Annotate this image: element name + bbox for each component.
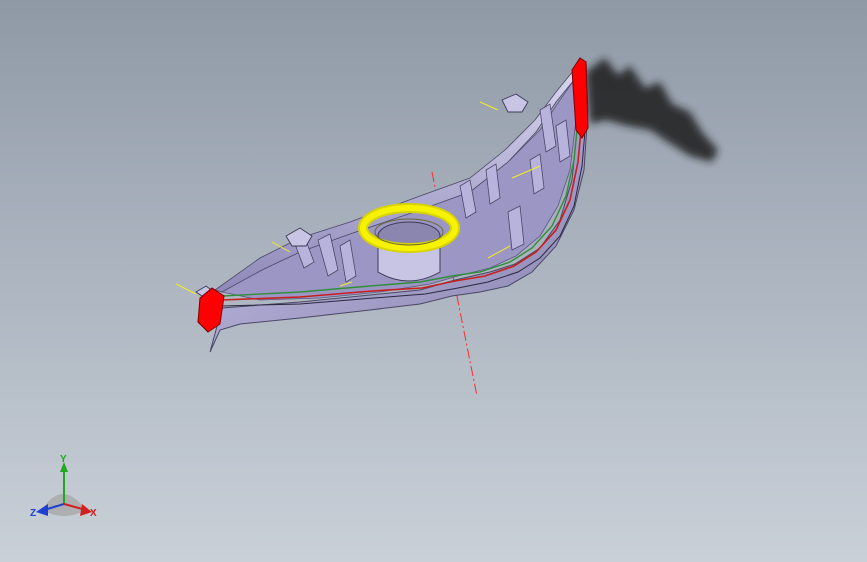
triad-y-label: Y — [60, 454, 67, 465]
coordinate-triad: Y X Z — [30, 454, 97, 519]
triad-z-label: Z — [30, 508, 36, 519]
triad-x-label: X — [90, 508, 97, 519]
part-shadow — [586, 58, 718, 162]
graphics-viewport[interactable]: Y X Z — [0, 0, 867, 562]
model-scene[interactable]: Y X Z — [0, 0, 867, 562]
z-arrow-head — [36, 504, 48, 516]
